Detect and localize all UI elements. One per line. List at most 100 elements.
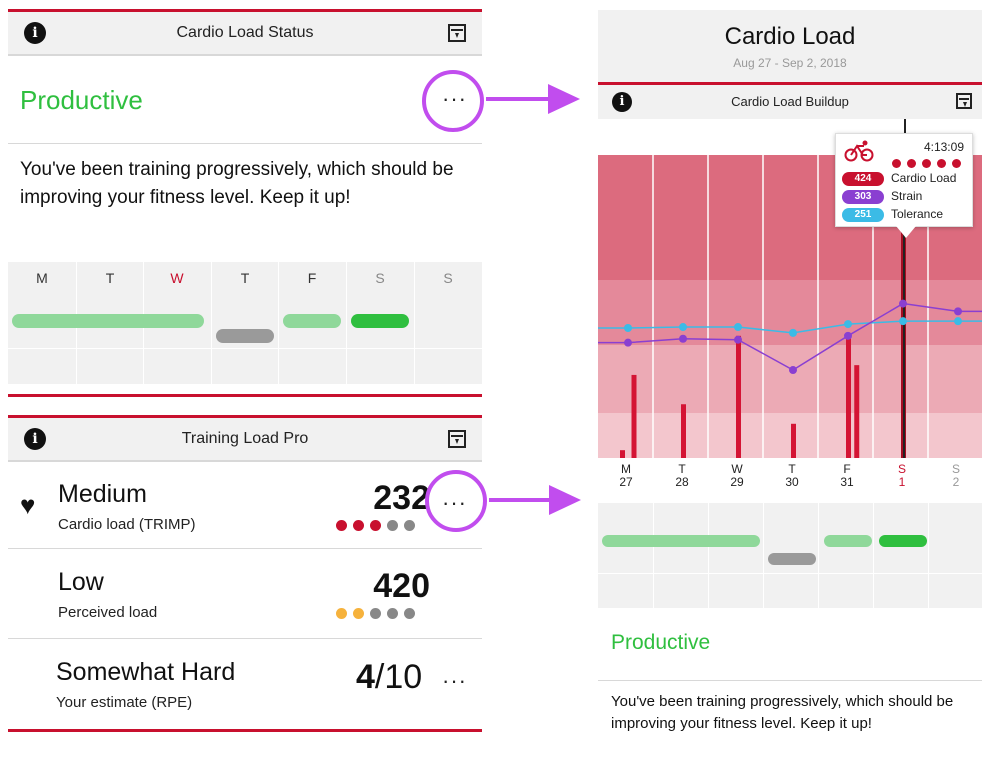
- save-icon[interactable]: [956, 93, 972, 109]
- load-pill: [283, 314, 341, 328]
- divider: [8, 638, 482, 639]
- day-label-tue: T: [105, 270, 115, 286]
- series-point: [734, 335, 742, 344]
- axis-tick: T 30: [785, 462, 799, 489]
- more-options-button[interactable]: ···: [442, 668, 467, 694]
- intensity-dot: [952, 159, 961, 168]
- series-point: [734, 323, 742, 332]
- day-label-fri: F: [307, 270, 317, 286]
- load-pill: [216, 329, 274, 343]
- tooltip-label-strain: Strain: [891, 189, 923, 203]
- series-point: [789, 366, 797, 375]
- tooltip-label-cardio: Cardio Load: [891, 171, 957, 185]
- right-status-value: Productive: [611, 631, 711, 654]
- row-subtitle: Perceived load: [58, 604, 158, 621]
- band-low: [598, 413, 982, 458]
- day-label-sat: S: [375, 270, 385, 286]
- series-point: [899, 317, 907, 326]
- series-point: [679, 323, 687, 332]
- load-pill: [879, 535, 927, 547]
- divider: [8, 54, 482, 56]
- series-point: [954, 317, 962, 326]
- day-label-sun: S: [443, 270, 453, 286]
- axis-tick: T 28: [675, 462, 689, 489]
- date-range: Aug 27 - Sep 2, 2018: [733, 56, 847, 70]
- cardio-load-header: Cardio Load Aug 27 - Sep 2, 2018: [598, 10, 982, 82]
- series-point: [844, 331, 852, 340]
- arrow-icon: [489, 485, 581, 515]
- series-point: [679, 334, 687, 343]
- load-row-perceived: Low Perceived load 420: [8, 550, 482, 638]
- series-point: [624, 324, 632, 333]
- rpe-value: 4/10: [356, 658, 423, 696]
- load-row-rpe: Somewhat Hard Your estimate (RPE) 4/10 ·…: [8, 640, 482, 728]
- save-icon[interactable]: [448, 24, 466, 42]
- bike-icon: [844, 140, 874, 162]
- axis-tick: M 27: [619, 462, 633, 489]
- training-load-header: i Training Load Pro: [8, 418, 482, 460]
- intensity-dots: [336, 518, 421, 536]
- series-point: [844, 320, 852, 329]
- load-row-cardio: ♥ Medium Cardio load (TRIMP) 232 ···: [8, 464, 482, 548]
- divider: [598, 680, 982, 681]
- intensity-dot: [892, 159, 901, 168]
- cardio-status-description: You've been training progressively, whic…: [20, 159, 454, 208]
- load-pill: [824, 535, 872, 547]
- load-pill: [351, 314, 409, 328]
- load-pill: [602, 535, 760, 547]
- right-week-grid: [598, 503, 982, 608]
- band-mid: [598, 345, 982, 413]
- panel-red-rule: [8, 729, 482, 732]
- series-point: [954, 307, 962, 316]
- cardio-status-value: Productive: [20, 85, 143, 115]
- intensity-dot: [907, 159, 916, 168]
- cardio-load-bar: [681, 404, 686, 458]
- intensity-dot: [937, 159, 946, 168]
- cardio-status-title: Cardio Load Status: [176, 24, 314, 41]
- axis-tick: S1: [897, 462, 906, 489]
- axis-tick: S2: [951, 462, 960, 489]
- tooltip-badge-strain: 303: [842, 190, 884, 204]
- cardio-status-header: i Cardio Load Status: [8, 12, 482, 54]
- buildup-title: Cardio Load Buildup: [731, 94, 849, 109]
- tooltip-badge-cardio: 424: [842, 172, 884, 186]
- cardio-load-bar: [631, 374, 637, 458]
- series-point: [899, 299, 907, 308]
- row-title: Somewhat Hard: [56, 658, 236, 686]
- divider: [8, 143, 482, 144]
- load-pill: [12, 314, 204, 328]
- intensity-dot: [922, 159, 931, 168]
- series-point: [624, 338, 632, 347]
- intensity-dots: [336, 606, 421, 624]
- chart-tooltip: 4:13:09 424 Cardio Load 303 Strain 251 T…: [835, 133, 973, 238]
- highlight-ring: [425, 470, 487, 532]
- divider: [8, 548, 482, 549]
- day-label-wed: W: [170, 270, 184, 286]
- page-title: Cardio Load: [724, 23, 856, 50]
- save-icon[interactable]: [448, 430, 466, 448]
- row-title: Low: [58, 568, 104, 596]
- row-title: Medium: [58, 480, 147, 508]
- training-load-title: Training Load Pro: [181, 430, 309, 447]
- right-status-description: You've been training progressively, whic…: [611, 693, 954, 732]
- day-label-mon: M: [36, 270, 48, 286]
- series-point: [789, 328, 797, 337]
- panel-red-rule: [8, 394, 482, 397]
- divider: [8, 460, 482, 462]
- row-value: 420: [373, 567, 430, 605]
- heart-icon: ♥: [20, 490, 36, 520]
- row-subtitle: Your estimate (RPE): [56, 694, 193, 711]
- axis-tick: F 31: [840, 462, 854, 489]
- row-value: 232: [373, 479, 430, 517]
- highlight-ring: [422, 70, 484, 132]
- tooltip-time: 4:13:09: [923, 140, 964, 154]
- day-label-thu: T: [240, 270, 250, 286]
- buildup-header: i Cardio Load Buildup: [598, 85, 982, 119]
- tooltip-label-tolerance: Tolerance: [891, 207, 944, 221]
- cardio-load-bar: [854, 365, 860, 458]
- cardio-load-bar: [736, 335, 741, 458]
- cursor-line-top: [904, 119, 906, 133]
- cardio-load-bar: [846, 337, 851, 458]
- cardio-load-bar: [791, 423, 796, 458]
- load-pill: [768, 553, 816, 565]
